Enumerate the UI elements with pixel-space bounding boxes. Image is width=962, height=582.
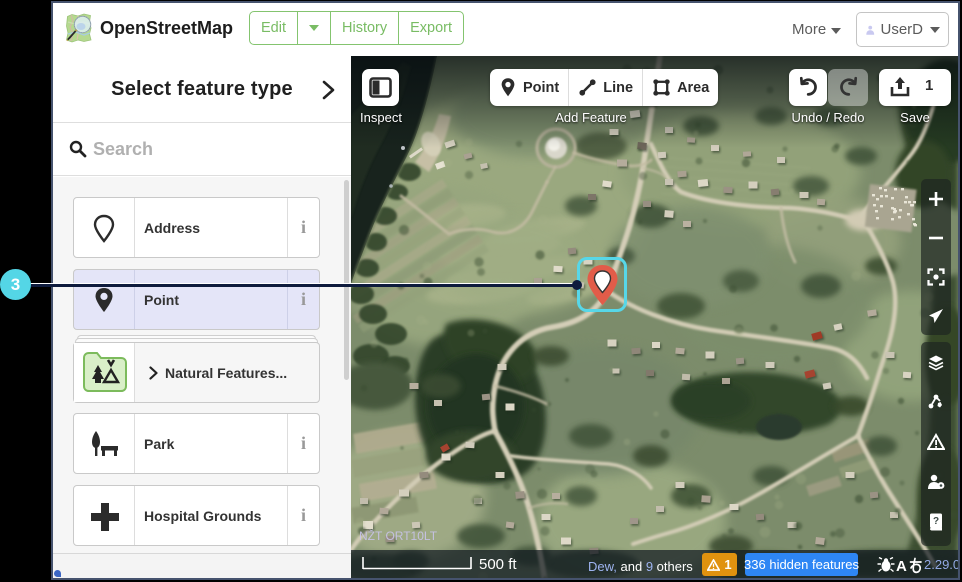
svg-text:A: A [896,558,907,574]
svg-text:?: ? [933,516,939,527]
